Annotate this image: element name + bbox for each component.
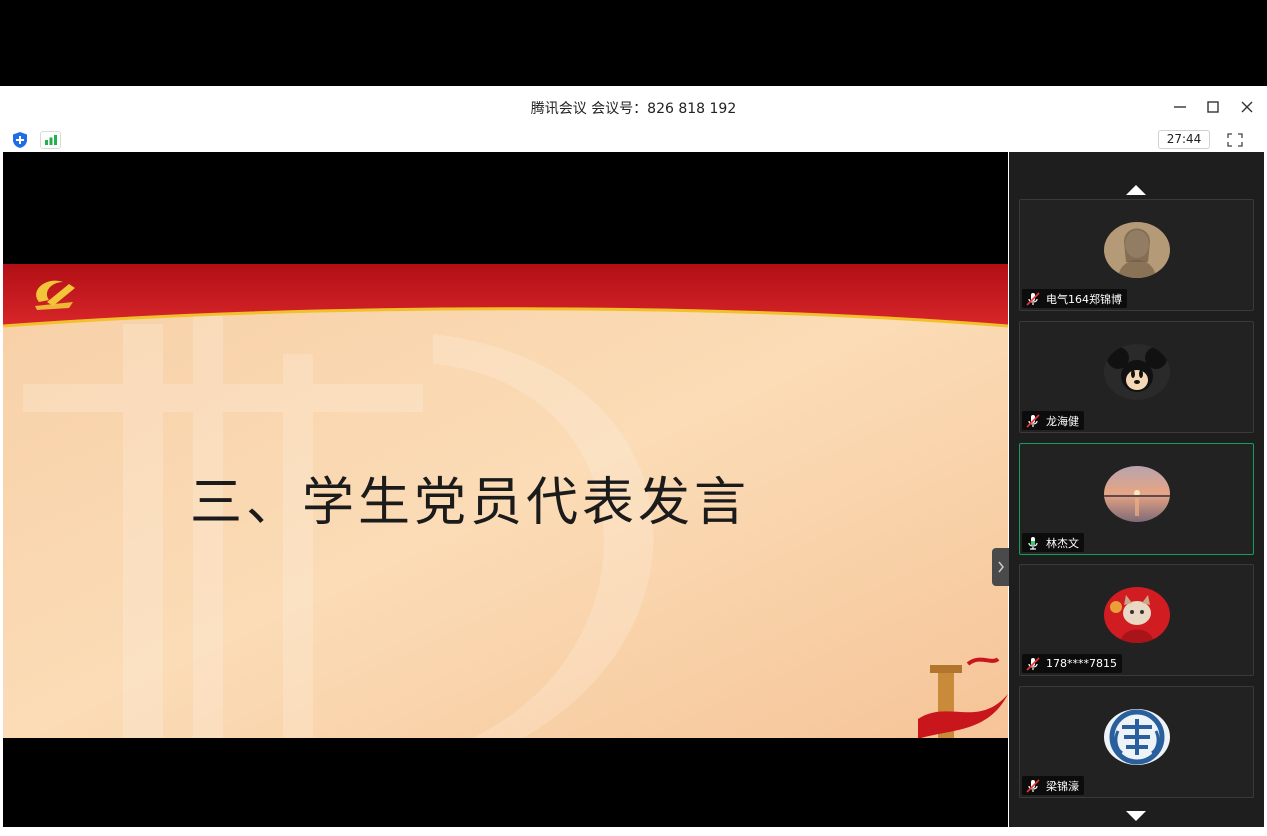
participant-name: 178****7815: [1046, 657, 1117, 670]
participant-name: 电气164郑锦博: [1046, 292, 1122, 306]
participant-namebar: 178****7815: [1022, 654, 1122, 673]
presentation-slide: 三、学生党员代表发言: [3, 264, 1008, 738]
mic-muted-icon: [1026, 413, 1040, 428]
participant-namebar: 林杰文: [1022, 533, 1084, 552]
participant-tile-active[interactable]: 林杰文: [1019, 443, 1254, 555]
participant-namebar: 梁锦濠: [1022, 776, 1084, 795]
mic-muted-icon: [1026, 656, 1040, 671]
avatar: [1104, 587, 1170, 643]
participant-name: 龙海健: [1046, 414, 1079, 428]
scroll-up-button[interactable]: [1124, 182, 1148, 196]
avatar: [1104, 466, 1170, 522]
participant-name: 林杰文: [1046, 536, 1079, 550]
avatar: [1104, 344, 1170, 400]
shield-icon: [13, 132, 27, 148]
meeting-timer: 27:44: [1158, 130, 1210, 149]
participant-name: 梁锦濠: [1046, 779, 1079, 793]
mic-muted-icon: [1026, 778, 1040, 793]
meeting-toolbar: 27:44: [0, 128, 1267, 152]
participant-tile[interactable]: 178****7815: [1019, 564, 1254, 676]
network-status-button[interactable]: [40, 131, 61, 149]
scroll-down-button[interactable]: [1124, 808, 1148, 822]
fullscreen-button[interactable]: [1224, 130, 1246, 150]
triangle-down-icon: [1126, 811, 1146, 821]
bottom-toolbar-edge: [0, 827, 1267, 836]
mic-muted-icon: [1026, 291, 1040, 306]
participant-namebar: 龙海健: [1022, 411, 1084, 430]
signal-bars-icon: [45, 135, 57, 145]
close-button[interactable]: [1233, 94, 1261, 120]
close-icon: [1241, 101, 1253, 113]
participant-namebar: 电气164郑锦博: [1022, 289, 1127, 308]
collapse-panel-button[interactable]: [992, 548, 1010, 586]
maximize-icon: [1207, 101, 1219, 113]
maximize-button[interactable]: [1199, 94, 1227, 120]
meeting-window: 腾讯会议 会议号：826 818 192 27:44 三、学生党员代表发言 电气…: [0, 86, 1267, 836]
avatar: [1104, 222, 1170, 278]
participant-tile[interactable]: 电气164郑锦博: [1019, 199, 1254, 311]
security-button[interactable]: [11, 131, 29, 149]
chevron-right-icon: [998, 561, 1004, 573]
slide-title: 三、学生党员代表发言: [190, 473, 751, 533]
minimize-button[interactable]: [1166, 94, 1194, 120]
fullscreen-icon: [1227, 133, 1243, 147]
triangle-up-icon: [1126, 185, 1146, 195]
mic-active-icon: [1028, 536, 1038, 550]
title-bar: 腾讯会议 会议号：826 818 192: [0, 86, 1267, 129]
participant-tile[interactable]: 龙海健: [1019, 321, 1254, 433]
minimize-icon: [1174, 106, 1186, 108]
avatar: [1104, 709, 1170, 765]
window-title: 腾讯会议 会议号：826 818 192: [530, 101, 737, 117]
participant-tile[interactable]: 梁锦濠: [1019, 686, 1254, 798]
shared-screen-area: 三、学生党员代表发言: [3, 152, 1010, 827]
